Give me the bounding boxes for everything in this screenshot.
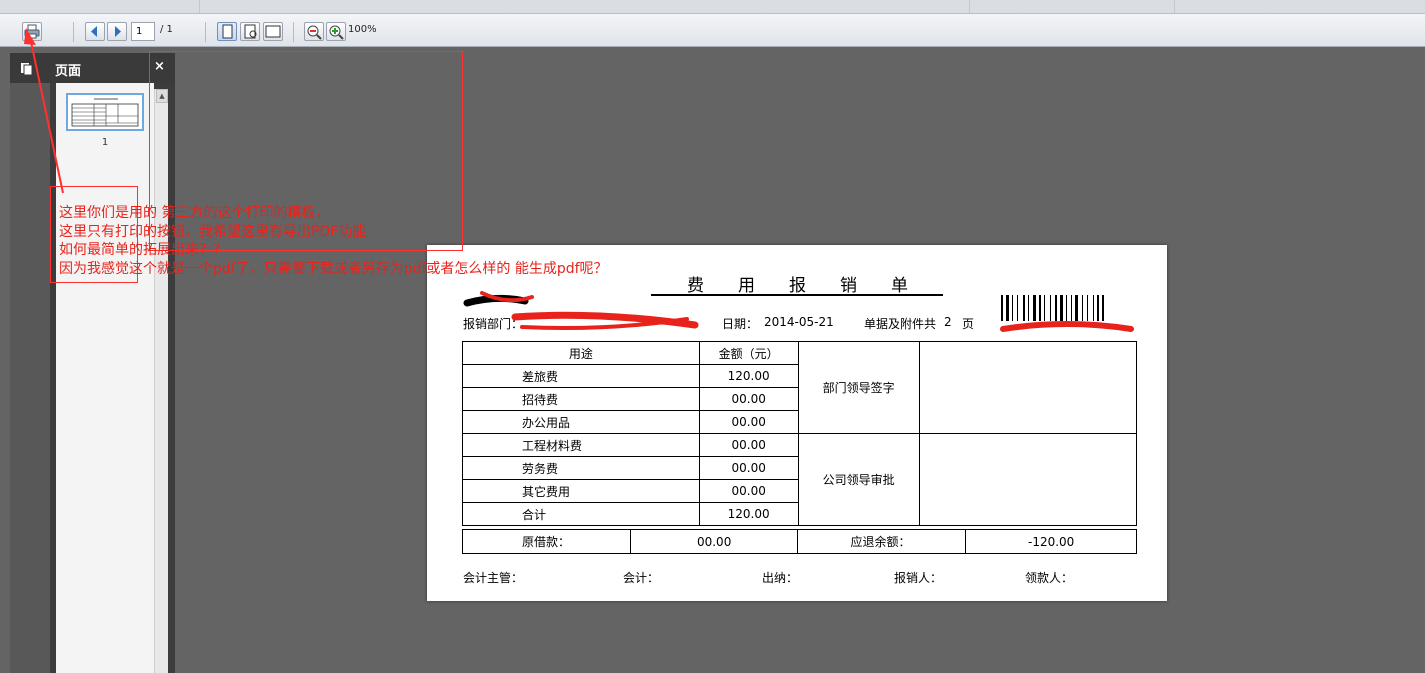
zoom-in-button[interactable] [326, 22, 346, 41]
annotation-line: 如何最简单的拓展出来？？ [59, 242, 227, 258]
purpose-cell: 劳务费 [462, 456, 700, 480]
zoom-level: 100% [348, 24, 377, 35]
company-leader-label: 公司领导审批 [797, 433, 920, 526]
attachment-unit: 页 [962, 317, 975, 331]
document-page: 费用报销单 报销部门： 日期： 2014-05-21 单据及附件共 2 页 用途… [427, 245, 1167, 601]
zoom-in-icon [329, 25, 344, 40]
print-icon [24, 24, 40, 39]
signature-accountant: 会计： [623, 571, 660, 585]
attachment-label: 单据及附件共 [864, 317, 937, 331]
sidebar-title: 页面 [55, 64, 82, 79]
purpose-cell: 其它费用 [462, 479, 700, 503]
page-width-icon [265, 25, 281, 38]
page-width-button[interactable] [263, 22, 283, 41]
loan-label: 原借款： [462, 529, 631, 554]
attachment-count: 2 [944, 315, 952, 329]
window-top-strip [0, 0, 1425, 14]
purpose-header: 用途 [462, 341, 700, 365]
scroll-up-icon[interactable]: ▲ [156, 89, 168, 103]
expense-table: 用途 金额（元） 部门领导签字 差旅费 120.00 招待费 00.00 办公用… [462, 341, 1138, 526]
dept-leader-label: 部门领导签字 [797, 341, 920, 434]
amount-cell: 00.00 [698, 387, 799, 411]
annotation-line: 因为我感觉这个就是一个pdf了，只需要下载或者另存为pdf或者怎么样的 能生成p… [59, 260, 608, 277]
zoom-out-icon [307, 25, 322, 40]
annotation-text: 这里你们是用的 第三方的这个打印的模板， 这里只有打印的按钮，我希望这里有导出P… [59, 204, 608, 278]
loan-value: 00.00 [629, 529, 799, 554]
balance-table: 原借款： 00.00 应退余额： -120.00 [462, 529, 1137, 554]
total-amount: 120.00 [698, 502, 799, 526]
total-label: 合计 [462, 502, 700, 526]
purpose-cell: 工程材料费 [462, 433, 700, 457]
close-icon[interactable]: × [154, 59, 165, 74]
prev-page-icon [91, 26, 97, 37]
department-label: 报销部门： [463, 317, 524, 331]
annotation-line: 这里只有打印的按钮，我希望这里有导出PDF功能 [59, 223, 367, 240]
page-count: / 1 [160, 24, 173, 35]
page-number-input[interactable]: 1 [131, 22, 155, 41]
purpose-cell: 招待费 [462, 387, 700, 411]
thumbnail-scrollbar[interactable]: ▲ [154, 89, 168, 673]
page-thumbnail[interactable] [66, 93, 144, 131]
signature-cashier: 出纳： [762, 571, 799, 585]
thumbnail-sidebar: 页面 × 1 ▲ [10, 53, 175, 673]
single-page-view-button[interactable] [217, 22, 237, 41]
table-row: 工程材料费 00.00 公司领导审批 [462, 433, 1138, 526]
pages-icon[interactable] [20, 62, 34, 76]
dept-leader-signature-cell [918, 341, 1138, 434]
amount-cell: 120.00 [698, 364, 799, 388]
sidebar-header: 页面 × [10, 53, 175, 83]
single-page-view-icon [222, 24, 233, 39]
amount-cell: 00.00 [698, 456, 799, 480]
viewer-toolbar: 1 / 1 100% [0, 14, 1425, 47]
refund-label: 应退余额： [797, 529, 967, 554]
thumbnail-label: 1 [101, 137, 109, 148]
balance-row: 原借款： 00.00 应退余额： -120.00 [462, 529, 1137, 554]
sidebar-tab-column [10, 83, 50, 673]
amount-cell: 00.00 [698, 479, 799, 503]
prev-page-button[interactable] [85, 22, 105, 41]
annotation-line: 这里你们是用的 第三方的这个打印的模板， [59, 205, 330, 221]
amount-cell: 00.00 [698, 433, 799, 457]
refund-value: -120.00 [965, 529, 1137, 554]
date-value: 2014-05-21 [764, 315, 834, 329]
thumbnail-pane: 1 [56, 83, 154, 673]
signature-payee: 领款人： [1025, 571, 1074, 585]
barcode [1001, 295, 1137, 321]
amount-header: 金额（元） [698, 341, 799, 365]
amount-cell: 00.00 [698, 410, 799, 434]
signature-accounting-supervisor: 会计主管： [463, 571, 524, 585]
thumbnail-preview [71, 98, 139, 127]
next-page-icon [115, 26, 121, 37]
table-header-row: 用途 金额（元） 部门领导签字 [462, 341, 1138, 434]
purpose-cell: 办公用品 [462, 410, 700, 434]
date-label: 日期： [722, 317, 759, 331]
next-page-button[interactable] [107, 22, 127, 41]
purpose-cell: 差旅费 [462, 364, 700, 388]
page-fit-icon [244, 24, 257, 39]
print-button[interactable] [22, 22, 42, 41]
zoom-out-button[interactable] [304, 22, 324, 41]
company-leader-signature-cell [918, 433, 1138, 526]
signature-claimant: 报销人： [894, 571, 943, 585]
page-fit-button[interactable] [240, 22, 260, 41]
